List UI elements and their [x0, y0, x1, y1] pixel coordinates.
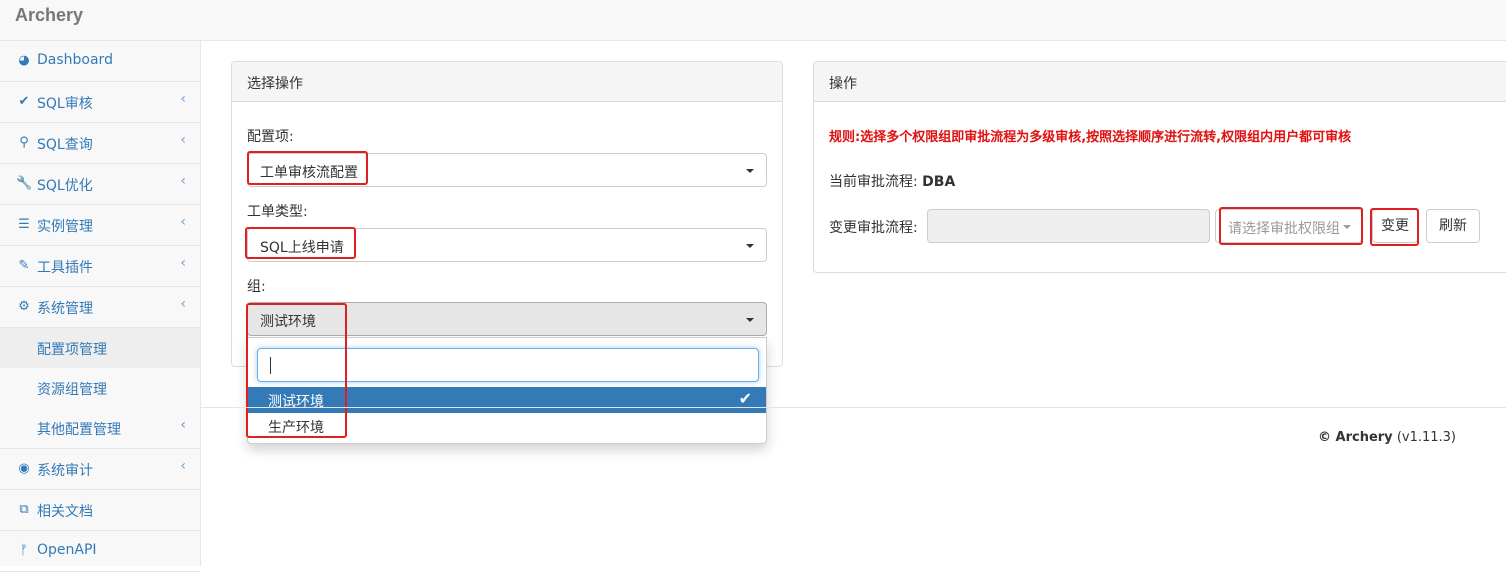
dashboard-icon: ◕: [18, 53, 30, 68]
sidebar-item-label: 系统管理: [37, 301, 93, 317]
change-flow-label: 变更审批流程:: [829, 220, 918, 236]
chevron-left-icon: ‹: [180, 132, 186, 148]
sidebar-item-label: 系统审计: [37, 463, 93, 479]
option-label: 生产环境: [268, 420, 324, 436]
caret-down-icon: [746, 244, 754, 248]
ticket-type-select[interactable]: SQL上线申请: [247, 228, 767, 262]
sidebar-item-label: 相关文档: [37, 504, 93, 520]
dropdown-search-input[interactable]: [257, 348, 759, 382]
chevron-left-icon: ‹: [180, 214, 186, 230]
change-button[interactable]: 变更: [1372, 209, 1418, 243]
sidebar-item-sql审核[interactable]: ✔ SQL审核 ‹: [0, 82, 200, 123]
sidebar-item-工具插件[interactable]: ✎ 工具插件 ‹: [0, 246, 200, 287]
rule-text: 规则:选择多个权限组即审批流程为多级审核,按照选择顺序进行流转,权限组内用户都可…: [829, 130, 1352, 145]
wrench-icon: 🔧: [16, 176, 33, 191]
group-label: 组:: [247, 279, 266, 295]
sidebar-item-label: SQL优化: [37, 178, 93, 194]
group-value: 测试环境: [260, 314, 316, 330]
check-icon: ✔: [738, 389, 752, 408]
app-brand[interactable]: Archery: [15, 5, 83, 26]
current-flow-label: 当前审批流程:: [829, 174, 918, 190]
panel-title: 选择操作: [232, 62, 782, 102]
sidebar-item-sql查询[interactable]: ⚲ SQL查询 ‹: [0, 123, 200, 164]
sidebar-subitem-label: 配置项管理: [37, 342, 107, 358]
sidebar-item-label: SQL审核: [37, 96, 93, 112]
group-dropdown: 测试环境 ✔ 生产环境: [247, 337, 767, 444]
dropdown-option[interactable]: 生产环境: [248, 413, 766, 439]
refresh-button[interactable]: 刷新: [1426, 209, 1480, 243]
sidebar-item-dashboard[interactable]: ◕ Dashboard: [0, 41, 200, 82]
top-navbar: Archery: [0, 0, 1506, 41]
sidebar-item-label: Dashboard: [37, 52, 113, 68]
sidebar-item-系统审计[interactable]: ◉ 系统审计 ‹: [0, 449, 200, 490]
footer-version: (v1.11.3): [1396, 430, 1456, 445]
ticket-type-label: 工单类型:: [247, 204, 308, 220]
code-branch-icon: ᚠ: [20, 543, 28, 558]
sidebar-item-label: 实例管理: [37, 219, 93, 235]
check-icon: ✔: [18, 94, 30, 109]
divider: [201, 407, 1506, 408]
footer: © Archery (v1.11.3): [1318, 430, 1456, 445]
sitemap-icon: ⧉: [19, 502, 29, 517]
current-flow: 当前审批流程: DBA: [829, 171, 955, 191]
sidebar-item-相关文档[interactable]: ⧉ 相关文档: [0, 490, 200, 531]
sidebar-item-label: OpenAPI: [37, 542, 97, 558]
picker-placeholder: 请选择审批权限组: [1228, 221, 1340, 237]
sidebar: ◕ Dashboard ✔ SQL审核 ‹ ⚲ SQL查询 ‹ 🔧 SQL优化 ‹ ☰ 实例管理 ‹ ✎ 工具…: [0, 41, 201, 572]
approval-group-picker[interactable]: 请选择审批权限组: [1215, 209, 1362, 243]
database-icon: ☰: [18, 217, 30, 232]
caret-down-icon: [1343, 225, 1351, 229]
chevron-left-icon: ‹: [180, 255, 186, 271]
current-flow-value: DBA: [922, 174, 956, 190]
panel-title: 操作: [814, 62, 1506, 102]
footer-copyright: © Archery: [1318, 430, 1393, 445]
chevron-left-icon: ‹: [180, 417, 186, 433]
option-label: 测试环境: [268, 394, 324, 410]
config-select[interactable]: 工单审核流配置: [247, 153, 767, 187]
chevron-left-icon: ‹: [180, 458, 186, 474]
flow-display-input: [927, 209, 1210, 243]
chevron-left-icon: ‹: [180, 173, 186, 189]
plug-icon: ✎: [18, 258, 30, 273]
config-value: 工单审核流配置: [260, 165, 358, 181]
eye-icon: ◉: [18, 461, 30, 476]
config-label: 配置项:: [247, 129, 294, 145]
chevron-left-icon: ‹: [180, 296, 186, 312]
sidebar-subitem[interactable]: 资源组管理: [0, 368, 200, 408]
sidebar-subitem[interactable]: 其他配置管理 ‹: [0, 408, 200, 448]
group-select[interactable]: 测试环境: [247, 302, 767, 336]
text-cursor: [270, 357, 271, 374]
sidebar-subitem-label: 资源组管理: [37, 382, 107, 398]
sidebar-item-label: 工具插件: [37, 260, 93, 276]
dropdown-option[interactable]: 测试环境 ✔: [248, 387, 766, 413]
gears-icon: ⚙: [18, 299, 30, 314]
chevron-left-icon: ‹: [180, 91, 186, 107]
search-icon: ⚲: [19, 135, 29, 150]
sidebar-item-sql优化[interactable]: 🔧 SQL优化 ‹: [0, 164, 200, 205]
sidebar-subitem-label: 其他配置管理: [37, 422, 121, 438]
sidebar-item-实例管理[interactable]: ☰ 实例管理 ‹: [0, 205, 200, 246]
sidebar-item-label: SQL查询: [37, 137, 93, 153]
ticket-type-value: SQL上线申请: [260, 240, 344, 256]
caret-down-icon: [746, 169, 754, 173]
sidebar-subitem[interactable]: 配置项管理: [0, 328, 200, 368]
sidebar-item-系统管理[interactable]: ⚙ 系统管理 ‹: [0, 287, 200, 328]
caret-down-icon: [746, 318, 754, 322]
